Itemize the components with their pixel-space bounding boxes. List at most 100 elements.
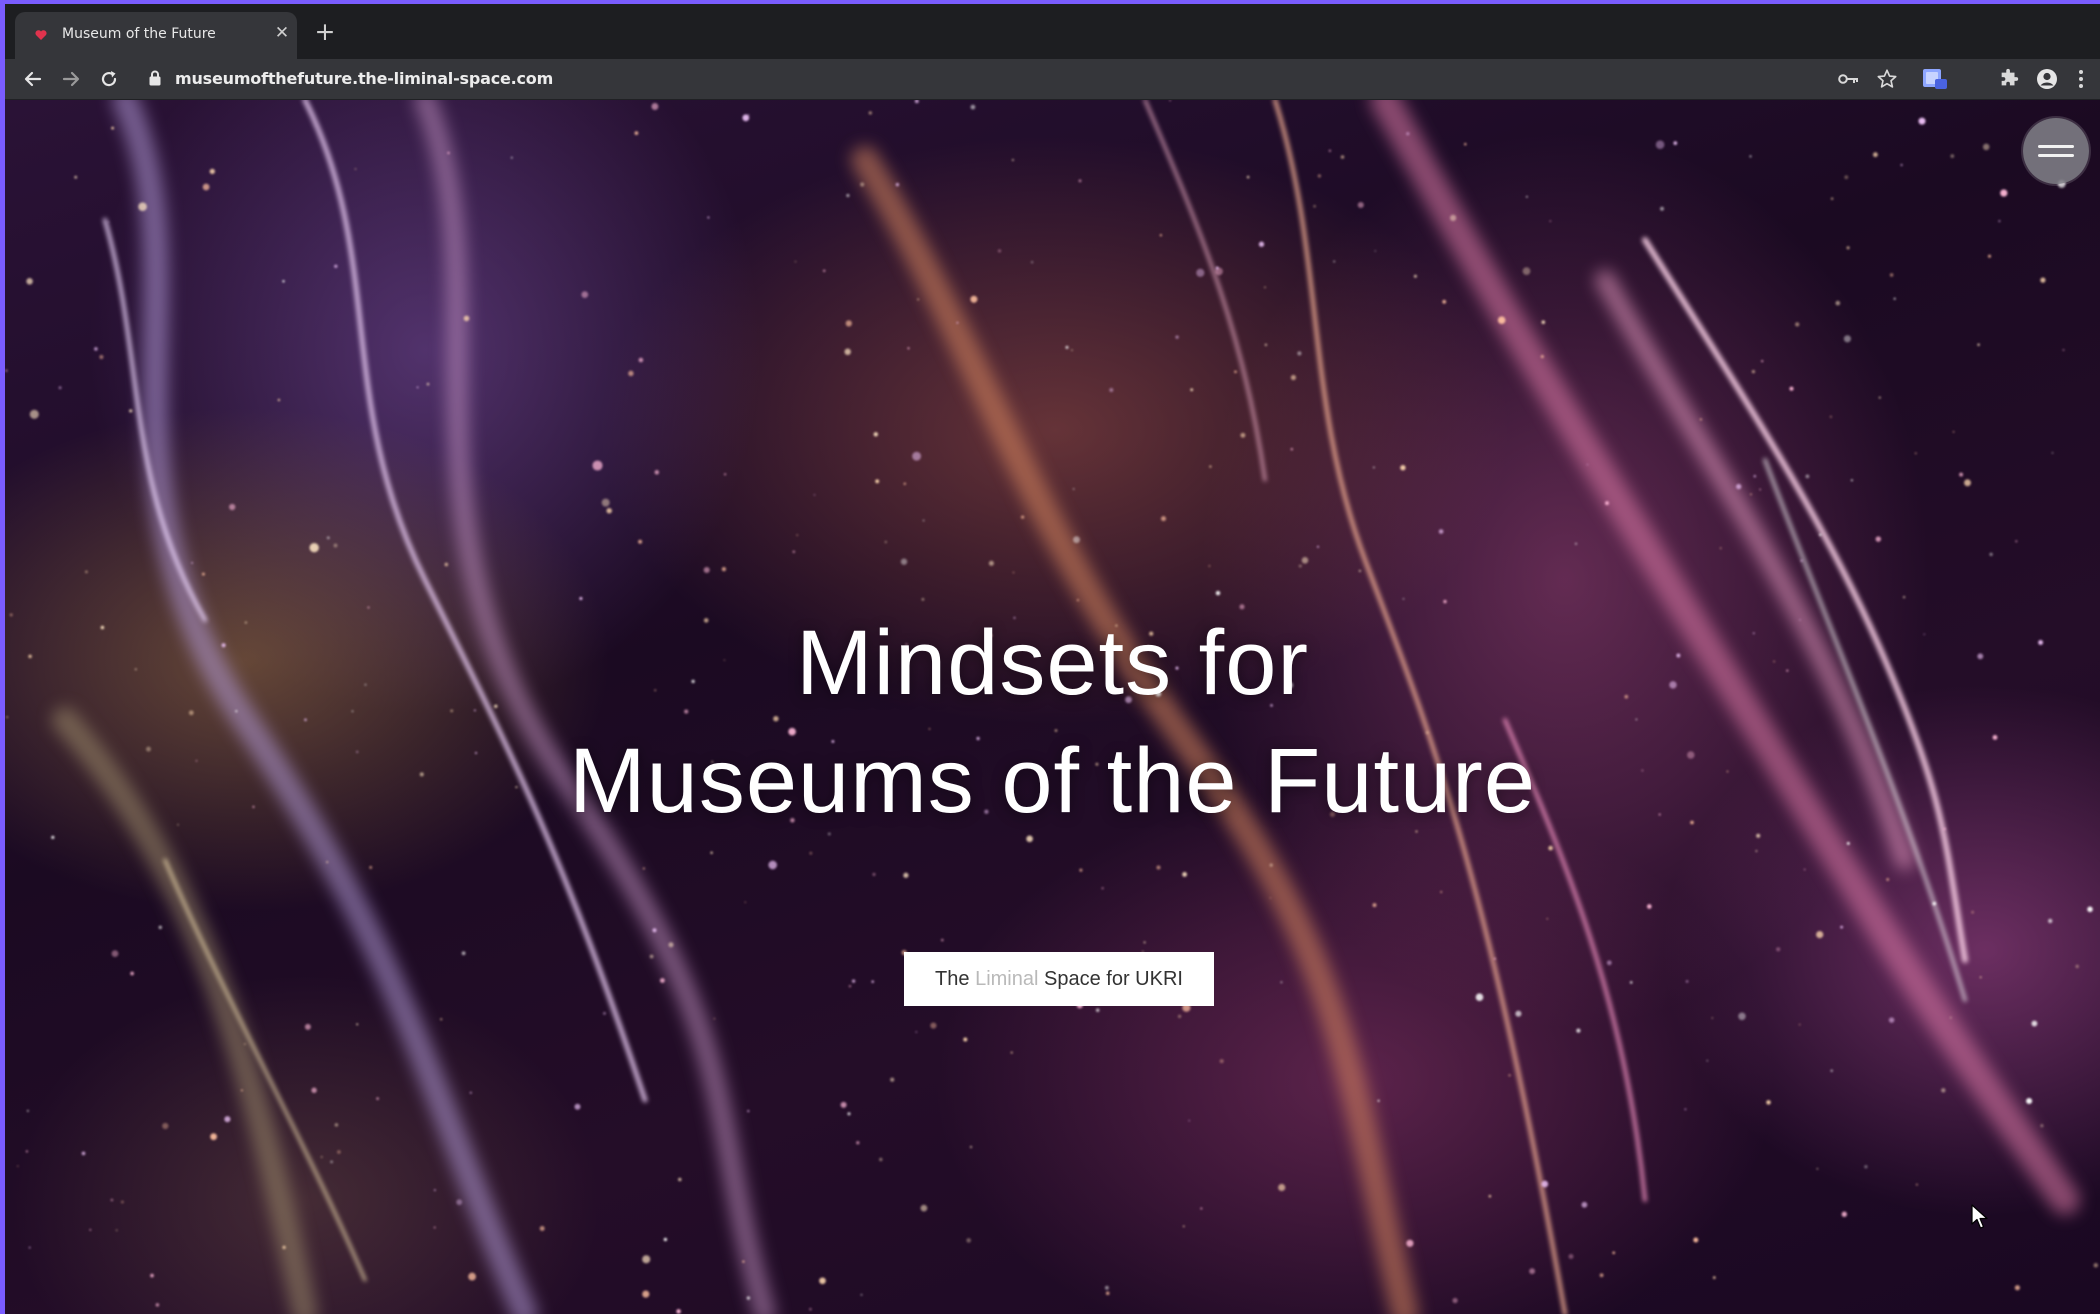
particle-dot: [1761, 360, 1764, 363]
particle-dot: [744, 901, 747, 904]
particle-dot: [330, 1160, 333, 1164]
reload-button[interactable]: [95, 65, 123, 93]
particle-dot: [768, 860, 778, 870]
particle-dot: [162, 1122, 169, 1130]
particle-dot: [1846, 246, 1850, 250]
particle-dot: [1660, 206, 1664, 211]
particle-dot: [1475, 993, 1484, 1002]
close-icon[interactable]: ✕: [272, 23, 292, 43]
particle-dot: [1515, 1010, 1522, 1017]
key-icon[interactable]: [1835, 65, 1863, 93]
particle-dot: [921, 598, 925, 601]
arrow-right-icon: [62, 71, 80, 87]
hamburger-menu-icon[interactable]: [2023, 118, 2089, 184]
particle-dot: [1541, 1180, 1549, 1188]
particle-dot: [628, 370, 634, 377]
particle-dot: [1078, 179, 1082, 183]
profile-icon[interactable]: [2033, 65, 2061, 93]
particle-dot: [742, 114, 750, 122]
particle-dot: [915, 1030, 918, 1034]
particle-dot: [369, 865, 373, 869]
puzzle-icon[interactable]: [1995, 65, 2023, 93]
particle-dot: [678, 1177, 682, 1182]
particle-dot: [2014, 1285, 2020, 1291]
particle-dot: [282, 1245, 286, 1250]
particle-dot: [747, 1110, 750, 1113]
particle-dot: [28, 1246, 31, 1249]
particle-dot: [320, 1155, 323, 1159]
particle-dot: [642, 1255, 651, 1264]
particle-dot: [277, 398, 281, 402]
particle-dot: [1073, 536, 1080, 544]
particle-dot: [1605, 501, 1609, 506]
lock-icon: [149, 70, 161, 86]
particle-dot: [461, 951, 466, 956]
particle-dot: [1464, 143, 1467, 146]
particle-dot: [963, 1037, 968, 1042]
particle-dot: [663, 1237, 668, 1242]
plus-icon[interactable]: +: [313, 19, 337, 44]
browser-tab[interactable]: Museum of the Future ✕: [15, 12, 297, 59]
particle-dot: [209, 168, 215, 175]
particle-dot: [1738, 1012, 1746, 1021]
particle-dot: [1442, 299, 1447, 304]
particle-dot: [1438, 529, 1444, 534]
particle-dot: [1010, 1051, 1013, 1054]
particle-dot: [652, 928, 657, 933]
particle-dot: [1215, 590, 1221, 596]
particle-dot: [333, 543, 338, 548]
liminal-space-ukri-button[interactable]: The Liminal Space for UKRI: [904, 952, 1214, 1006]
particle-dot: [703, 566, 710, 574]
particle-dot: [1095, 1008, 1100, 1012]
particle-dot: [848, 985, 852, 988]
particle-dot: [1959, 472, 1964, 477]
particle-dot: [592, 460, 603, 471]
address-bar[interactable]: museumofthefuture.the-liminal-space.com: [143, 62, 2063, 96]
particle-dot: [2087, 906, 2093, 913]
particle-dot: [282, 280, 285, 283]
kebab-menu-icon[interactable]: [2071, 65, 2091, 93]
particle-dot: [844, 348, 851, 356]
particle-dot: [1278, 1183, 1286, 1192]
particle-dot: [856, 1141, 860, 1145]
particle-dot: [1949, 1016, 1952, 1019]
star-icon[interactable]: [1873, 65, 1901, 93]
particle-dot: [1071, 349, 1073, 351]
particle-dot: [1719, 547, 1722, 550]
particle-dot: [1878, 396, 1881, 399]
particle-dot: [1020, 515, 1025, 519]
menu-bar-top: [2038, 145, 2074, 148]
particle-dot: [1998, 220, 2001, 223]
particle-dot: [1402, 598, 1405, 600]
particle-dot: [846, 193, 850, 198]
particle-dot: [2048, 918, 2053, 924]
back-button[interactable]: [19, 65, 47, 93]
particle-dot: [1840, 925, 1843, 929]
particle-dot: [1269, 863, 1273, 867]
particle-dot: [240, 1089, 243, 1092]
particle-dot: [1846, 841, 1850, 845]
particle-dot: [1526, 195, 1528, 198]
particle-dot: [510, 156, 513, 159]
particle-dot: [334, 264, 338, 268]
particle-dot: [713, 1017, 716, 1020]
forward-button[interactable]: [57, 65, 85, 93]
particle-dot: [1713, 1276, 1716, 1279]
particle-dot: [1950, 154, 1955, 158]
particle-dot: [1843, 335, 1851, 343]
particle-dot: [746, 1296, 751, 1300]
particle-dot: [1576, 1028, 1581, 1033]
extension-badge-icon[interactable]: [1921, 65, 1949, 93]
particle-dot: [1988, 254, 1991, 258]
particle-dot: [1541, 320, 1546, 324]
particle-dot: [676, 1309, 681, 1314]
particle-dot: [1298, 564, 1302, 568]
particle-dot: [1030, 261, 1034, 264]
particle-dot: [1374, 250, 1377, 252]
particle-dot: [2015, 540, 2018, 543]
particle-dot: [2000, 189, 2008, 197]
particle-dot: [1982, 143, 1990, 151]
particle-dot: [74, 175, 78, 179]
particle-dot: [243, 1043, 246, 1046]
particle-dot: [601, 498, 610, 507]
